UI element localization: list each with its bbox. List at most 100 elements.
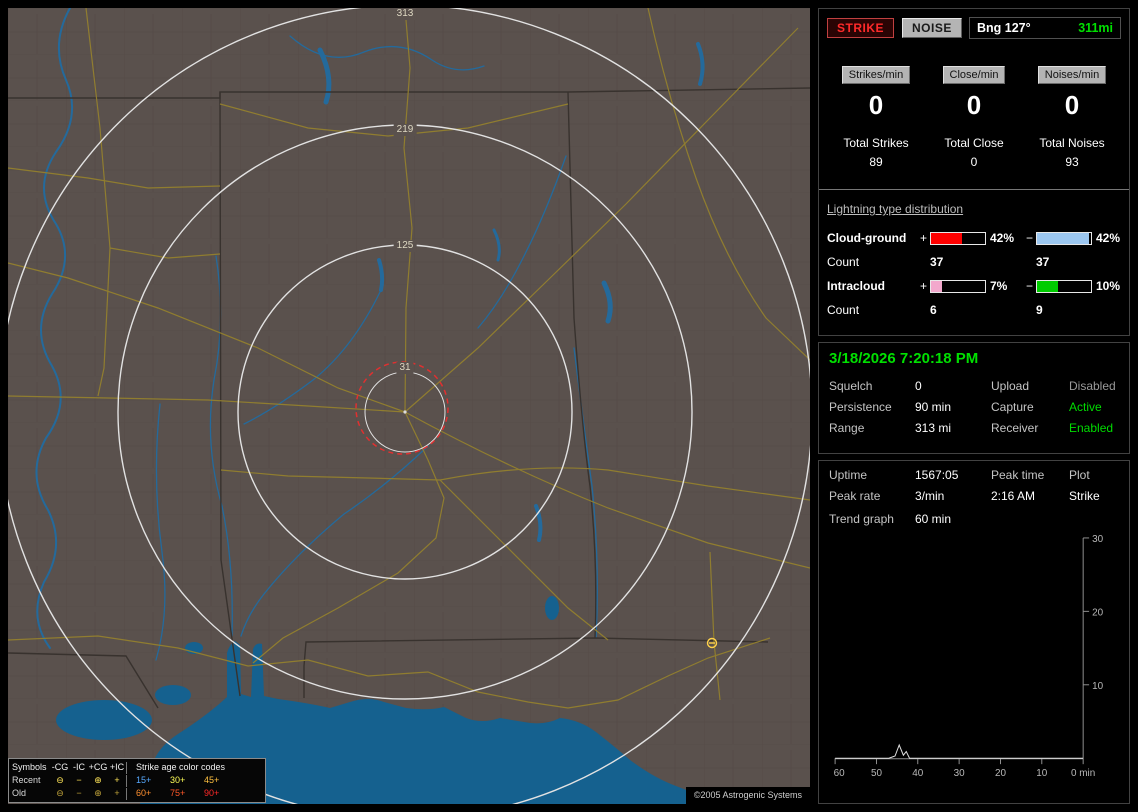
- legend-col-neg-ic: -IC: [73, 762, 85, 772]
- trend-graph-label: Trend graph: [829, 512, 894, 526]
- legend-col-neg-cg: -CG: [51, 762, 69, 772]
- svg-text:30: 30: [1092, 534, 1104, 545]
- svg-text:50: 50: [871, 768, 883, 779]
- age-90: 90+: [204, 788, 220, 798]
- range-label: Range: [829, 421, 865, 435]
- svg-text:20: 20: [1092, 607, 1104, 618]
- upload-label: Upload: [991, 379, 1030, 393]
- minus-sign: −: [1025, 279, 1033, 293]
- cloud-ground-row: Cloud-ground + 42% − 42%: [827, 226, 1121, 250]
- svg-text:10: 10: [1092, 681, 1104, 692]
- trend-axes: [834, 537, 1090, 765]
- panel-header: STRIKE NOISE Bng 127° 311mi: [827, 17, 1121, 39]
- rate-counters: Strikes/min 0 Close/min 0 Noises/min 0: [827, 65, 1121, 120]
- legend-old-row: Old ⊖ − ⊕ + 60+ 75+ 90+: [12, 787, 262, 800]
- noise-button[interactable]: NOISE: [902, 18, 962, 38]
- status-grid: Squelch 0 Upload Disabled Persistence 90…: [829, 379, 1119, 435]
- trend-graph-value: 60 min: [915, 512, 952, 526]
- total-noises-label: Total Noises: [1039, 136, 1105, 150]
- ic-minus-pct: 10%: [1096, 279, 1121, 293]
- range-ring-label-125: 125: [393, 240, 417, 252]
- legend-age-title: Strike age color codes: [136, 762, 226, 772]
- plot-label: Plot: [1069, 468, 1090, 482]
- minus-sign: −: [1025, 231, 1033, 245]
- section-divider: [819, 189, 1129, 190]
- age-15: 15+: [136, 775, 152, 785]
- close-per-min: Close/min 0: [925, 65, 1023, 120]
- squelch-value: 0: [915, 379, 922, 393]
- trend-line: [835, 743, 1084, 759]
- info-grid: Uptime 1567:05 Peak time Plot Peak rate …: [829, 468, 1119, 503]
- range-value: 313 mi: [915, 421, 952, 435]
- ic-plus-bar: [930, 279, 986, 293]
- trend-tick-labels: 30 20 10 60 50 40 30 20 10 0 min: [834, 534, 1104, 779]
- ic-minus-bar: [1036, 279, 1092, 293]
- distribution-title: Lightning type distribution: [827, 202, 964, 216]
- legend-header-row: Symbols -CG -IC +CG +IC Strike age color…: [12, 761, 262, 774]
- total-strikes-value: 89: [869, 155, 883, 169]
- svg-text:20: 20: [995, 768, 1007, 779]
- age-75: 75+: [170, 788, 186, 798]
- total-strikes: Total Strikes 89: [827, 136, 925, 169]
- pos-ic-old-icon: +: [114, 788, 120, 798]
- receiver-label: Receiver: [991, 421, 1039, 435]
- uptime-value: 1567:05: [915, 468, 959, 482]
- cg-minus-bar: [1036, 231, 1092, 245]
- cg-plus-bar: [930, 231, 986, 245]
- neg-ic-recent-icon: −: [76, 775, 82, 785]
- cloud-ground-count-row: Count 37 37: [827, 250, 1121, 274]
- upload-value: Disabled: [1069, 379, 1116, 393]
- neg-ic-old-icon: −: [76, 788, 82, 798]
- total-close-label: Total Close: [944, 136, 1004, 150]
- cg-minus-count: 37: [1036, 255, 1050, 269]
- plus-sign: +: [919, 279, 927, 293]
- cloud-ground-label: Cloud-ground: [827, 231, 907, 245]
- noises-per-min-value: 0: [1064, 90, 1080, 120]
- total-close-value: 0: [970, 155, 978, 169]
- strikes-per-min: Strikes/min 0: [827, 65, 925, 120]
- peak-time-value: 2:16 AM: [991, 489, 1036, 503]
- strike-button[interactable]: STRIKE: [827, 18, 895, 38]
- age-45: 45+: [204, 775, 220, 785]
- trend-settings-row: Trend graph 60 min: [829, 512, 1119, 526]
- receiver-value: Enabled: [1069, 421, 1114, 435]
- strikes-per-min-label: Strikes/min: [841, 66, 911, 84]
- ic-count-label: Count: [827, 303, 860, 317]
- noises-per-min-label: Noises/min: [1037, 66, 1107, 84]
- side-panel: STRIKE NOISE Bng 127° 311mi Strikes/min …: [818, 8, 1130, 804]
- datetime-display: 3/18/2026 7:20:18 PM: [829, 350, 979, 367]
- peak-rate-value: 3/min: [915, 489, 945, 503]
- strikes-per-min-value: 0: [868, 90, 884, 120]
- peak-time-label: Peak time: [991, 468, 1045, 482]
- legend-col-pos-ic: +IC: [109, 762, 125, 772]
- age-30: 30+: [170, 775, 186, 785]
- bearing-value: Bng 127°: [977, 21, 1031, 35]
- close-per-min-label: Close/min: [942, 66, 1006, 84]
- bearing-readout: Bng 127° 311mi: [969, 17, 1121, 39]
- legend-col-pos-cg: +CG: [88, 762, 108, 772]
- persistence-value: 90 min: [915, 400, 952, 414]
- pos-cg-old-icon: ⊕: [94, 788, 102, 798]
- noises-per-min: Noises/min 0: [1023, 65, 1121, 120]
- cg-minus-pct: 42%: [1096, 231, 1121, 245]
- capture-value: Active: [1069, 400, 1102, 414]
- trend-graph: 30 20 10 60 50 40 30 20 10 0 min: [834, 534, 1104, 779]
- intracloud-row: Intracloud + 7% − 10%: [827, 274, 1121, 298]
- strike-legend: Symbols -CG -IC +CG +IC Strike age color…: [8, 758, 266, 803]
- cg-plus-count: 37: [930, 255, 944, 269]
- total-close: Total Close 0: [925, 136, 1023, 169]
- copyright-notice: ©2005 Astrogenic Systems: [685, 787, 810, 804]
- total-noises-value: 93: [1065, 155, 1079, 169]
- svg-text:30: 30: [954, 768, 966, 779]
- legend-symbols-title: Symbols: [12, 762, 47, 772]
- svg-text:0 min: 0 min: [1071, 768, 1095, 779]
- uptime-label: Uptime: [829, 468, 868, 482]
- svg-text:60: 60: [834, 768, 846, 779]
- neg-cg-recent-icon: ⊖: [56, 775, 64, 785]
- ic-plus-count: 6: [930, 303, 937, 317]
- pos-ic-recent-icon: +: [114, 775, 120, 785]
- peak-rate-label: Peak rate: [829, 489, 881, 503]
- lightning-map[interactable]: 313 219 125 31 Symbols -CG -IC +CG +IC S…: [8, 8, 810, 804]
- cg-count-label: Count: [827, 255, 860, 269]
- plus-sign: +: [919, 231, 927, 245]
